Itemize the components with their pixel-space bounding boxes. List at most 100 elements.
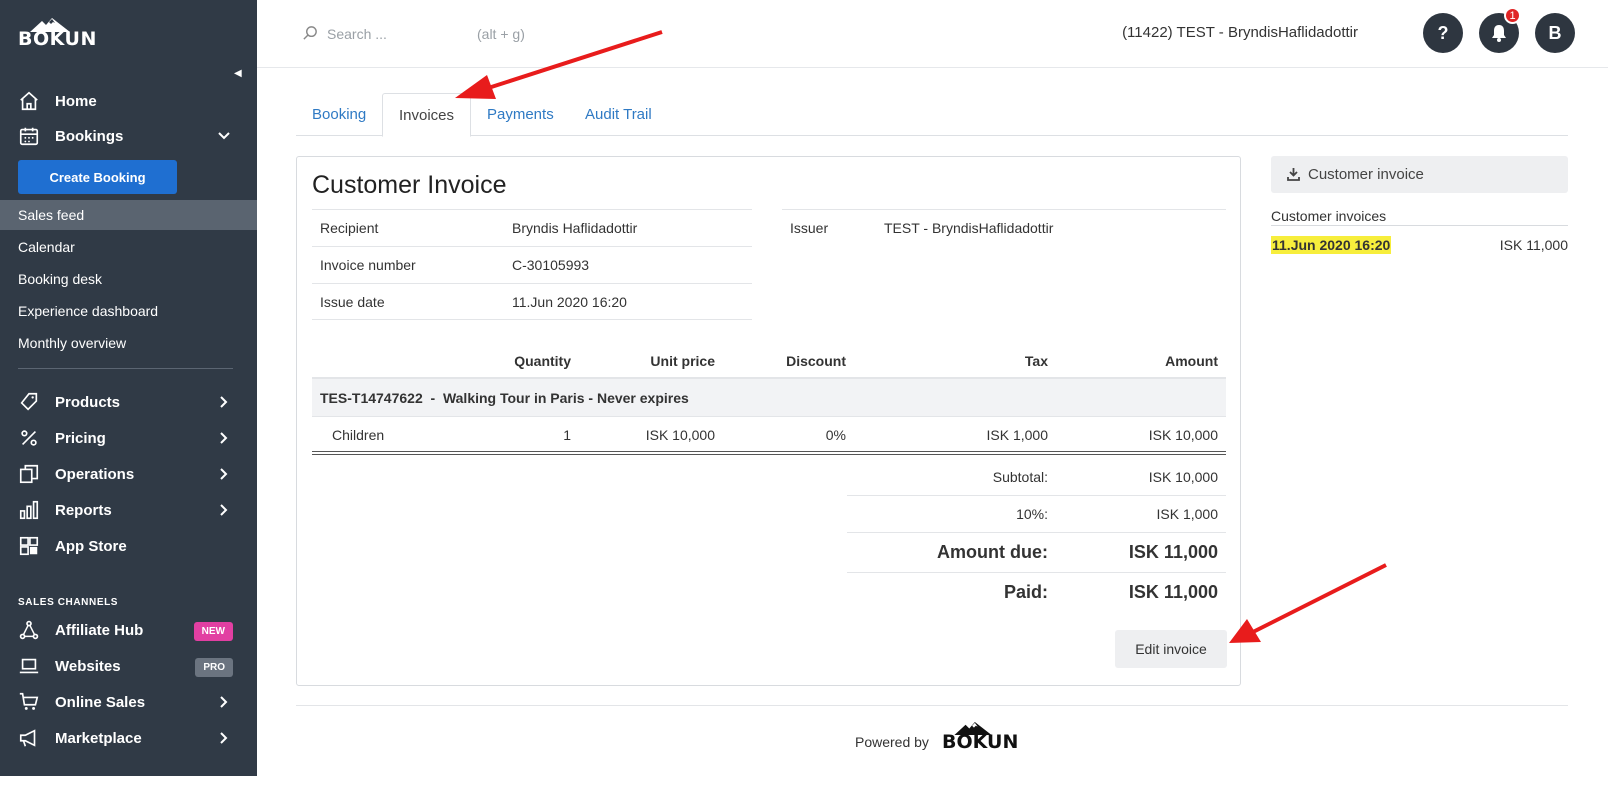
chevron-right-icon <box>220 396 228 408</box>
help-icon: ? <box>1437 22 1449 43</box>
footer-divider <box>296 705 1568 706</box>
tab-booking[interactable]: Booking <box>296 93 382 136</box>
nav-affiliate-hub-label: Affiliate Hub <box>55 621 144 639</box>
nav-monthly-overview[interactable]: Monthly overview <box>0 328 257 358</box>
percent-icon <box>21 430 37 446</box>
issue-date-label: Issue date <box>320 293 385 310</box>
bar-chart-icon <box>19 500 39 520</box>
chevron-right-icon <box>220 432 228 444</box>
powered-by-text: Powered by <box>855 734 929 750</box>
notifications-button[interactable]: 1 <box>1479 7 1521 53</box>
nav-products-label: Products <box>55 393 121 411</box>
nav-products[interactable]: Products <box>0 385 257 419</box>
invoice-number-value: C-30105993 <box>512 257 590 273</box>
network-icon <box>19 620 39 640</box>
download-icon <box>1287 168 1300 181</box>
chevron-right-icon <box>220 732 228 744</box>
line-discount: 0% <box>825 427 846 443</box>
tab-audit-trail[interactable]: Audit Trail <box>569 93 668 136</box>
top-bar: (alt + g) (11422) TEST - BryndisHaflidad… <box>257 0 1608 68</box>
arrow-to-edit-invoice <box>1252 563 1387 634</box>
nav-app-store-label: App Store <box>55 537 127 555</box>
nav-operations-label: Operations <box>55 465 135 483</box>
search-icon <box>303 26 317 40</box>
create-booking-button[interactable]: Create Booking <box>18 160 177 194</box>
nav-calendar[interactable]: Calendar <box>0 232 257 262</box>
nav-marketplace-label: Marketplace <box>55 729 142 747</box>
nav-operations[interactable]: Operations <box>0 457 257 491</box>
nav-pricing[interactable]: Pricing <box>0 421 257 455</box>
invoice-link[interactable]: 11.Jun 2020 16:20 <box>1271 236 1392 254</box>
amount-due-value: ISK 11,000 <box>1128 542 1218 562</box>
edit-invoice-button[interactable]: Edit invoice <box>1115 630 1227 668</box>
avatar-initial: B <box>1548 22 1562 43</box>
line-items-header: Quantity Unit price Discount Tax Amount <box>312 343 1226 379</box>
search-shortcut-hint: (alt + g) <box>477 26 525 42</box>
tax-total-value: ISK 1,000 <box>1156 506 1219 522</box>
nav-marketplace[interactable]: Marketplace <box>0 721 257 755</box>
tag-icon <box>20 392 38 411</box>
paid-value: ISK 11,000 <box>1128 582 1218 602</box>
nav-affiliate-hub[interactable]: Affiliate Hub NEW <box>0 613 257 647</box>
table-row: Children 1 ISK 10,000 0% ISK 1,000 ISK 1… <box>312 417 1226 455</box>
line-quantity: 1 <box>563 427 571 443</box>
megaphone-icon <box>19 729 36 747</box>
bokun-logo[interactable]: BÓKUN <box>18 18 96 50</box>
issuer-value: TEST - BryndisHaflidadottir <box>884 220 1054 236</box>
footer-logo-text: BÓKUN <box>942 731 1019 753</box>
notification-count-badge: 1 <box>1504 7 1521 24</box>
global-search[interactable]: (alt + g) <box>302 22 662 46</box>
nav-reports[interactable]: Reports <box>0 493 257 527</box>
col-unit-price: Unit price <box>650 353 715 369</box>
subtotal-row: Subtotal: ISK 10,000 <box>847 459 1226 496</box>
nav-home[interactable]: Home <box>0 84 257 118</box>
subtotal-label: Subtotal: <box>992 469 1048 485</box>
tab-invoices[interactable]: Invoices <box>382 93 472 137</box>
sidebar-divider <box>18 368 233 369</box>
col-discount: Discount <box>786 353 846 369</box>
laptop-icon <box>19 658 39 674</box>
new-badge: NEW <box>193 622 233 641</box>
tax-total-label: 10%: <box>1016 506 1048 522</box>
sales-channels-heading: SALES CHANNELS <box>18 597 119 608</box>
nav-websites[interactable]: Websites PRO <box>0 649 257 683</box>
nav-sales-feed[interactable]: Sales feed <box>0 200 257 230</box>
grid-icon <box>19 536 39 556</box>
amount-due-label: Amount due: <box>937 542 1048 562</box>
col-quantity: Quantity <box>514 353 571 369</box>
nav-websites-label: Websites <box>55 657 121 675</box>
col-tax: Tax <box>1024 353 1048 369</box>
nav-online-sales[interactable]: Online Sales <box>0 685 257 719</box>
invoice-title: Customer Invoice <box>312 171 507 199</box>
recipient-row: Recipient Bryndis Haflidadottir <box>312 209 752 246</box>
invoice-number-row: Invoice number C-30105993 <box>312 246 752 283</box>
issue-date-value: 11.Jun 2020 16:20 <box>512 293 627 310</box>
calendar-icon <box>19 127 39 146</box>
paid-row: Paid: ISK 11,000 <box>847 573 1226 613</box>
tab-payments[interactable]: Payments <box>471 93 570 136</box>
tax-total-row: 10%: ISK 1,000 <box>847 496 1226 533</box>
nav-booking-desk[interactable]: Booking desk <box>0 264 257 294</box>
recipient-value: Bryndis Haflidadottir <box>512 220 638 236</box>
recipient-label: Recipient <box>320 220 379 236</box>
account-name[interactable]: (11422) TEST - BryndisHaflidadottir <box>1122 24 1358 41</box>
download-customer-invoice-button[interactable]: Customer invoice <box>1271 156 1568 193</box>
chevron-right-icon <box>220 504 228 516</box>
help-button[interactable]: ? <box>1423 13 1463 53</box>
sidebar: BÓKUN ◀ Home Bookings Create Booking Sal… <box>0 0 257 776</box>
collapse-sidebar-icon[interactable]: ◀ <box>234 68 242 79</box>
invoice-number-label: Invoice number <box>320 257 416 273</box>
user-avatar[interactable]: B <box>1535 13 1575 53</box>
col-amount: Amount <box>1165 353 1218 369</box>
line-name: Children <box>332 427 385 443</box>
home-icon <box>20 91 38 111</box>
issuer-label: Issuer <box>790 220 829 236</box>
nav-app-store[interactable]: App Store <box>0 529 257 563</box>
download-label: Customer invoice <box>1308 166 1424 183</box>
logo-text: BÓKUN <box>18 28 97 50</box>
search-input[interactable] <box>327 22 427 46</box>
chevron-right-icon <box>220 468 228 480</box>
line-unit-price: ISK 10,000 <box>645 427 715 443</box>
nav-experience-dashboard[interactable]: Experience dashboard <box>0 296 257 326</box>
nav-bookings[interactable]: Bookings <box>0 119 257 153</box>
